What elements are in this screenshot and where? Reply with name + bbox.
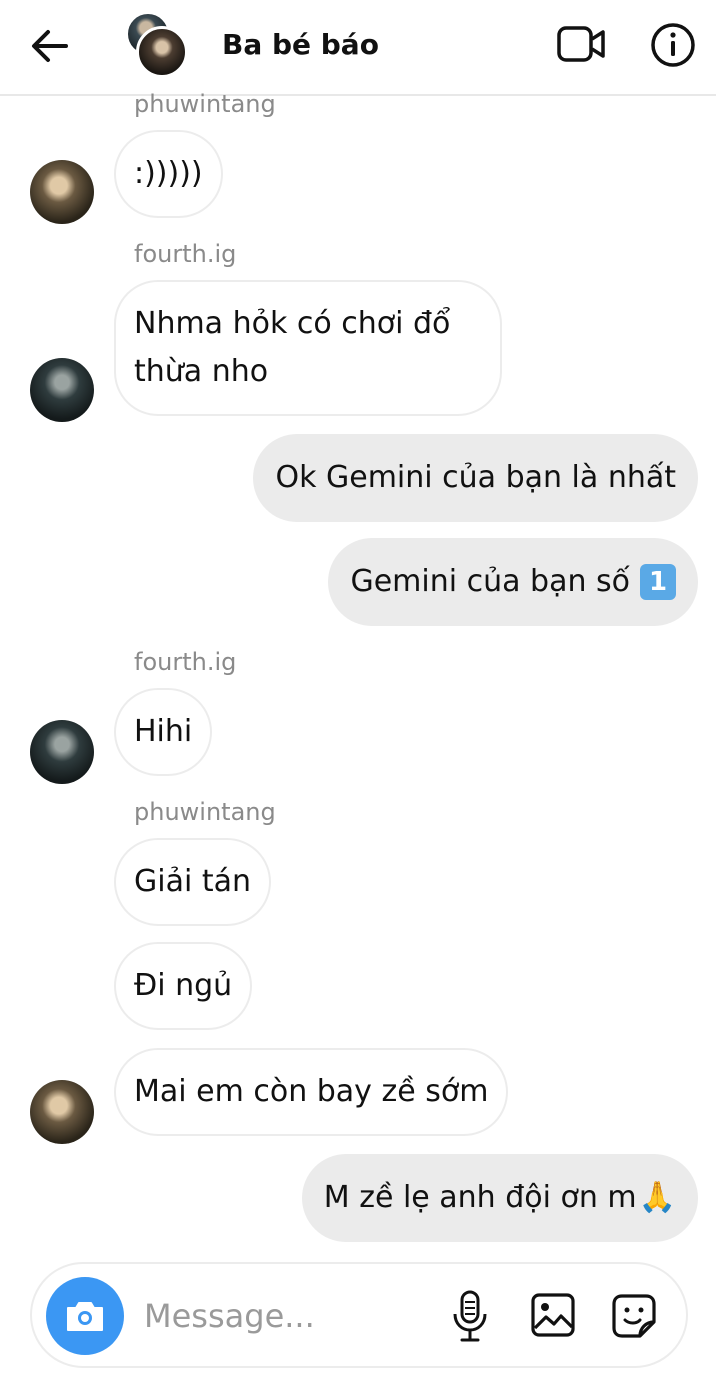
back-button[interactable] (28, 24, 72, 68)
sender-name: fourth.ig (134, 240, 237, 268)
message-text: Nhma hỏk có chơi đổ (134, 306, 451, 341)
message-text: Gemini của bạn số (350, 564, 630, 599)
camera-button[interactable] (46, 1277, 124, 1355)
keycap-one-emoji: 1 (640, 564, 676, 600)
image-icon (531, 1293, 575, 1337)
avatar (136, 26, 188, 78)
sender-name: fourth.ig (134, 648, 237, 676)
message-text: Giải tán (134, 864, 251, 899)
avatar[interactable] (30, 358, 94, 422)
message-text: thừa nho (134, 354, 269, 389)
message-text: M zề lẹ anh đội ơn m (323, 1180, 637, 1215)
sticker-icon (612, 1294, 656, 1338)
message-bubble[interactable]: M zề lẹ anh đội ơn m 🙏 (301, 1154, 698, 1242)
group-avatar[interactable] (122, 12, 192, 78)
message-bubble[interactable]: Hihi (114, 688, 213, 776)
camera-icon (67, 1302, 103, 1331)
arrow-left-icon (32, 30, 68, 62)
sender-name: phuwintang (134, 90, 276, 118)
microphone-icon (453, 1290, 487, 1342)
video-call-button[interactable] (556, 22, 608, 66)
sender-name: phuwintang (134, 798, 276, 826)
message-text: Hihi (134, 714, 193, 749)
message-text: Ok Gemini của bạn là nhất (275, 460, 676, 495)
chat-header: Ba bé báo (0, 0, 716, 96)
message-bubble[interactable]: Giải tán (114, 838, 271, 926)
message-text: Đi ngủ (134, 968, 233, 1003)
avatar[interactable] (30, 160, 94, 224)
sticker-button[interactable] (610, 1292, 658, 1340)
avatar[interactable] (30, 1080, 94, 1144)
gallery-button[interactable] (530, 1292, 576, 1338)
video-camera-icon (557, 26, 605, 62)
voice-message-button[interactable] (450, 1288, 490, 1344)
folded-hands-emoji: 🙏 (638, 1180, 676, 1215)
info-button[interactable] (650, 22, 696, 68)
message-thread[interactable]: phuwintang :))))) fourth.ig Nhma hỏk có … (0, 90, 716, 1256)
message-composer (30, 1262, 688, 1368)
message-text: Mai em còn bay zề sớm (134, 1074, 489, 1109)
avatar[interactable] (30, 720, 94, 784)
message-text: :))))) (134, 156, 203, 191)
message-input[interactable] (144, 1292, 434, 1340)
message-bubble[interactable]: Nhma hỏk có chơi đổ thừa nho (114, 280, 502, 416)
chat-title[interactable]: Ba bé báo (222, 28, 379, 61)
message-bubble[interactable]: Gemini của bạn số 1 (328, 538, 698, 626)
message-bubble[interactable]: Ok Gemini của bạn là nhất (253, 434, 698, 522)
message-bubble[interactable]: Đi ngủ (114, 942, 253, 1030)
message-bubble[interactable]: :))))) (114, 130, 223, 218)
info-icon (651, 23, 695, 67)
message-bubble[interactable]: Mai em còn bay zề sớm (114, 1048, 509, 1136)
